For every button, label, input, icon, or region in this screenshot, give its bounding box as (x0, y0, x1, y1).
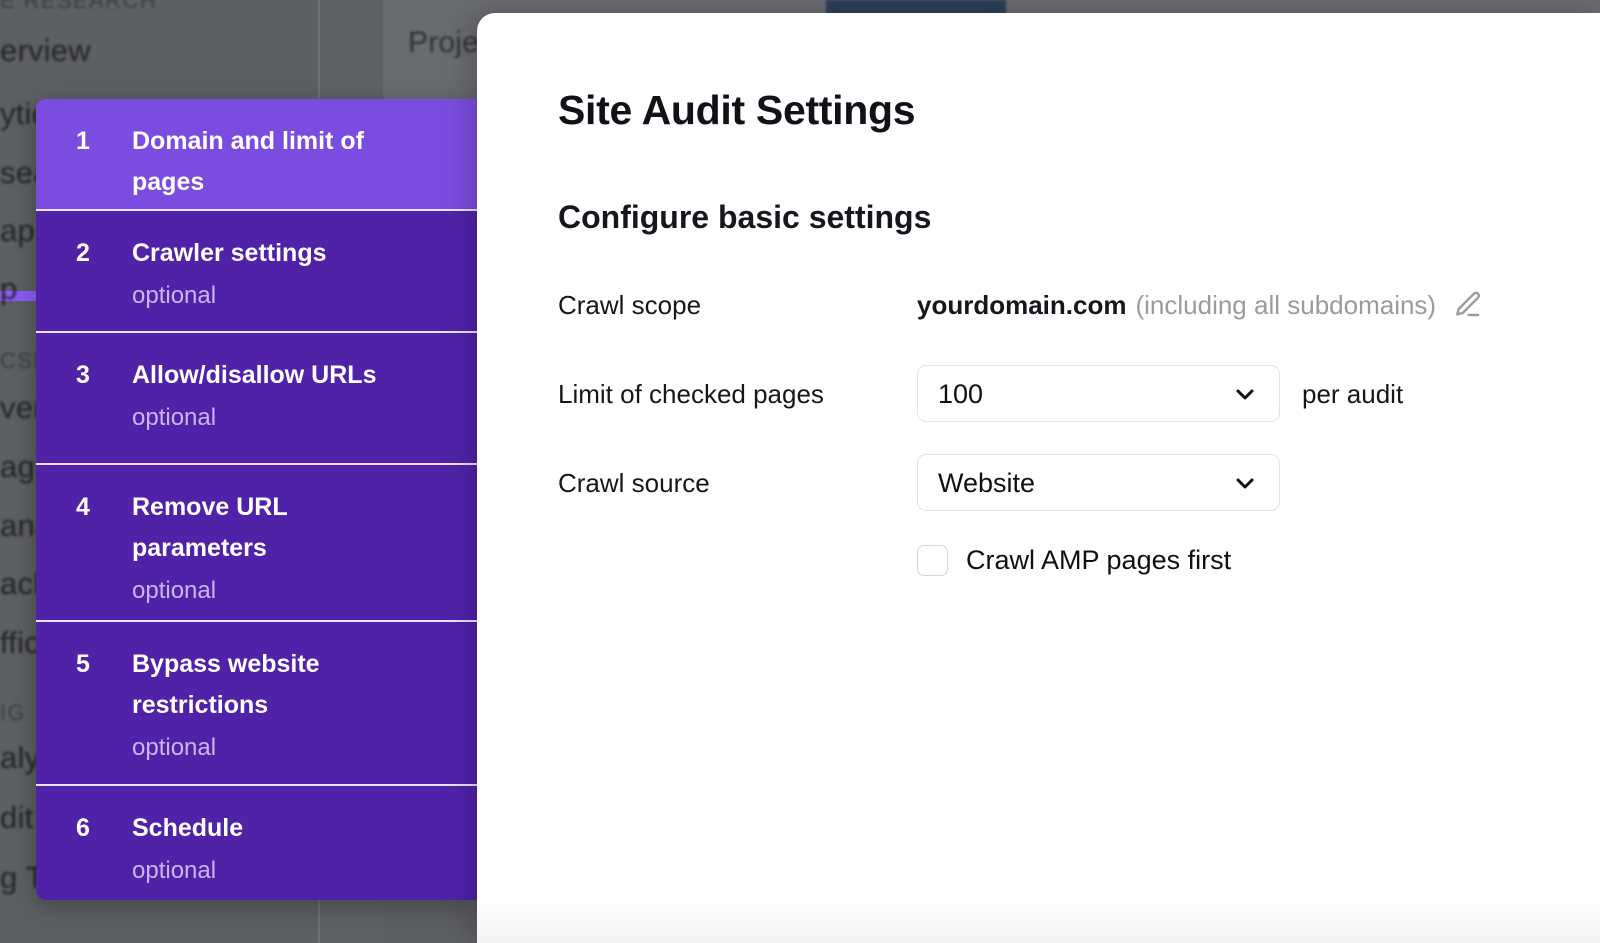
step-title-4: Remove URL parameters (132, 487, 322, 569)
crawl-source-select[interactable]: Website (917, 454, 1280, 511)
backdrop-nav-label-ig: IG (0, 700, 26, 726)
step-item-3[interactable]: 3 Allow/disallow URLs optional (36, 333, 477, 465)
backdrop-nav-label-map: ap (0, 213, 35, 249)
page-title: Site Audit Settings (558, 85, 1600, 135)
crawl-amp-checkbox[interactable] (917, 545, 948, 576)
basic-settings-form: Crawl scope yourdomain.com (including al… (558, 277, 1600, 577)
backdrop-nav-label-ffic: ffic (0, 625, 40, 661)
step-number-1: 1 (36, 121, 132, 187)
step-number-2: 2 (36, 233, 132, 309)
step-item-2[interactable]: 2 Crawler settings optional (36, 211, 477, 333)
step-title-3: Allow/disallow URLs (132, 355, 400, 396)
step-item-4[interactable]: 4 Remove URL parameters optional (36, 465, 477, 622)
limit-pages-select[interactable]: 100 (917, 365, 1280, 422)
step-number-4: 4 (36, 487, 132, 598)
step-item-1[interactable]: 1 Domain and limit of pages (36, 99, 477, 211)
limit-pages-row: Limit of checked pages 100 per audit (558, 365, 1600, 422)
crawl-source-label: Crawl source (558, 466, 917, 500)
chevron-down-icon (1233, 471, 1257, 495)
crawl-scope-row: Crawl scope yourdomain.com (including al… (558, 277, 1600, 333)
crawl-scope-value: yourdomain.com (917, 288, 1126, 322)
backdrop-nav-label-overview: erview (0, 33, 91, 69)
chevron-down-icon (1233, 382, 1257, 406)
backdrop-nav-label-aly: aly (0, 740, 40, 776)
limit-pages-label: Limit of checked pages (558, 377, 917, 411)
backdrop-nav-label-research: E RESEARCH (0, 0, 157, 14)
crawl-scope-label: Crawl scope (558, 288, 917, 322)
crawl-amp-row[interactable]: Crawl AMP pages first (917, 543, 1600, 577)
step-optional-5: optional (132, 728, 451, 768)
backdrop-nav-label-p: p (0, 271, 17, 307)
step-optional-2: optional (132, 276, 451, 316)
modal-bottom-fade (477, 897, 1600, 943)
pencil-icon[interactable] (1452, 289, 1484, 321)
step-optional-3: optional (132, 398, 451, 438)
settings-step-sidebar: 1 Domain and limit of pages 2 Crawler se… (36, 99, 477, 900)
crawl-amp-label: Crawl AMP pages first (966, 543, 1231, 577)
step-optional-4: optional (132, 571, 451, 611)
step-item-5[interactable]: 5 Bypass website restrictions optional (36, 622, 477, 786)
step-title-1: Domain and limit of pages (132, 121, 400, 203)
step-title-6: Schedule (132, 808, 400, 849)
crawl-source-value: Website (918, 466, 1035, 500)
site-audit-settings-modal: Site Audit Settings Configure basic sett… (477, 13, 1600, 943)
backdrop-nav-label-dit: dit (0, 800, 33, 836)
section-heading: Configure basic settings (558, 197, 1600, 237)
screen-root: E RESEARCH erview ytic sea ap p CSE ver … (0, 0, 1600, 943)
step-title-2: Crawler settings (132, 233, 400, 274)
crawl-scope-note: (including all subdomains) (1135, 288, 1436, 322)
step-optional-6: optional (132, 851, 451, 891)
limit-pages-suffix: per audit (1302, 377, 1403, 411)
crawl-source-row: Crawl source Website (558, 454, 1600, 511)
step-number-3: 3 (36, 355, 132, 441)
step-title-5: Bypass website restrictions (132, 644, 364, 726)
step-item-6[interactable]: 6 Schedule optional (36, 786, 477, 900)
step-number-6: 6 (36, 808, 132, 878)
step-number-5: 5 (36, 644, 132, 762)
limit-pages-value: 100 (918, 377, 983, 411)
